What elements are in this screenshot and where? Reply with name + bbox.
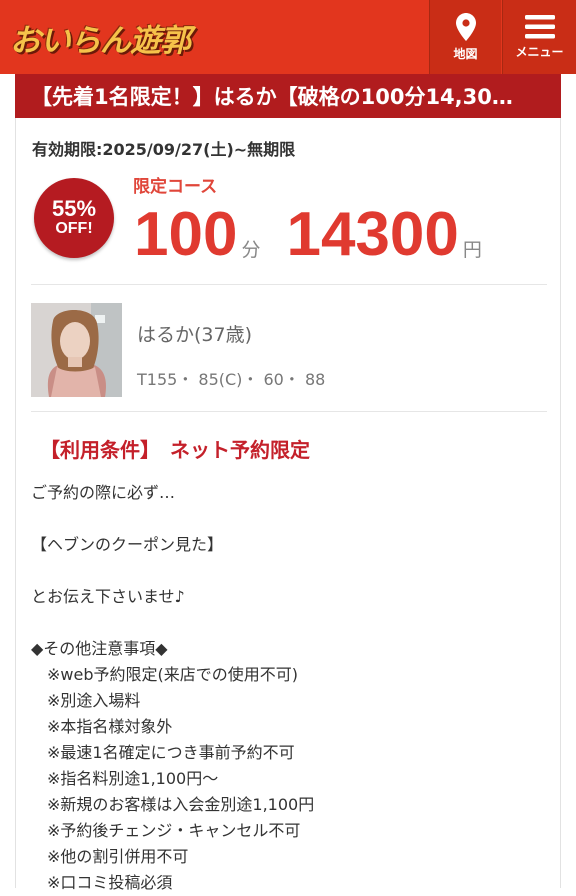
site-logo[interactable]: おいらん遊郭 bbox=[10, 16, 191, 59]
conditions-line: ※口コミ投稿必須 bbox=[47, 873, 173, 892]
validity-period: 有効期限:2025/09/27(土)~無期限 bbox=[32, 140, 296, 159]
conditions-line: ※本指名様対象外 bbox=[47, 717, 173, 736]
divider bbox=[31, 411, 547, 412]
menu-button[interactable]: メニュー bbox=[502, 0, 576, 74]
profile-photo-image bbox=[31, 303, 122, 397]
conditions-line bbox=[31, 610, 551, 636]
profile-photo[interactable] bbox=[31, 303, 122, 397]
conditions-line bbox=[31, 506, 551, 532]
price-row: 100 分 14300 円 bbox=[134, 200, 482, 266]
course-price: 14300 bbox=[286, 200, 459, 269]
conditions-line: ◆その他注意事項◆ bbox=[31, 639, 168, 658]
profile-name: はるか(37歳) bbox=[137, 324, 253, 346]
conditions-line: ※他の割引併用不可 bbox=[47, 847, 189, 866]
course-label: 限定コース bbox=[133, 177, 218, 197]
map-button[interactable]: 地図 bbox=[429, 0, 501, 74]
conditions-line: ※予約後チェンジ・キャンセル不可 bbox=[47, 821, 301, 840]
coupon-card: 有効期限:2025/09/27(土)~無期限 55% OFF! 限定コース 10… bbox=[15, 118, 561, 892]
conditions-line: ※web予約限定(来店での使用不可) bbox=[47, 665, 298, 684]
site-header: おいらん遊郭 地図 メニュー bbox=[0, 0, 576, 74]
divider bbox=[31, 284, 547, 285]
conditions-line bbox=[31, 558, 551, 584]
map-pin-icon bbox=[455, 12, 476, 41]
profile-spec: T155・ 85(C)・ 60・ 88 bbox=[137, 370, 326, 389]
coupon-title: 【先着1名限定！】はるか【破格の100分14,30… bbox=[31, 85, 513, 109]
conditions-line: 【ヘブンのクーポン見た】 bbox=[31, 535, 224, 554]
hamburger-icon bbox=[524, 14, 555, 38]
conditions-line: ご予約の際に必ず… bbox=[31, 483, 176, 502]
conditions-line: ※別途入場料 bbox=[47, 691, 141, 710]
discount-percent: 55% bbox=[51, 196, 97, 221]
coupon-title-bar: 【先着1名限定！】はるか【破格の100分14,30… bbox=[15, 74, 561, 118]
conditions-line: とお伝え下さいませ♪ bbox=[31, 587, 185, 606]
conditions-title: 【利用条件】 ネット予約限定 bbox=[40, 438, 310, 462]
map-label: 地図 bbox=[453, 46, 478, 61]
menu-label: メニュー bbox=[515, 44, 564, 59]
minutes-unit: 分 bbox=[241, 239, 261, 261]
discount-off-label: OFF! bbox=[55, 220, 93, 237]
discount-badge: 55% OFF! bbox=[34, 178, 114, 258]
price-unit: 円 bbox=[462, 239, 482, 261]
course-minutes: 100 bbox=[134, 200, 238, 269]
conditions-line: ※最速1名確定につき事前予約不可 bbox=[47, 743, 295, 762]
conditions-body: ご予約の際に必ず… 【ヘブンのクーポン見た】 とお伝え下さいませ♪ ◆その他注意… bbox=[31, 480, 551, 896]
logo-text: おいらん遊郭 bbox=[10, 22, 191, 59]
conditions-line: ※新規のお客様は入会金別途1,100円 bbox=[47, 795, 315, 814]
conditions-line: ※指名料別途1,100円～ bbox=[47, 769, 219, 788]
